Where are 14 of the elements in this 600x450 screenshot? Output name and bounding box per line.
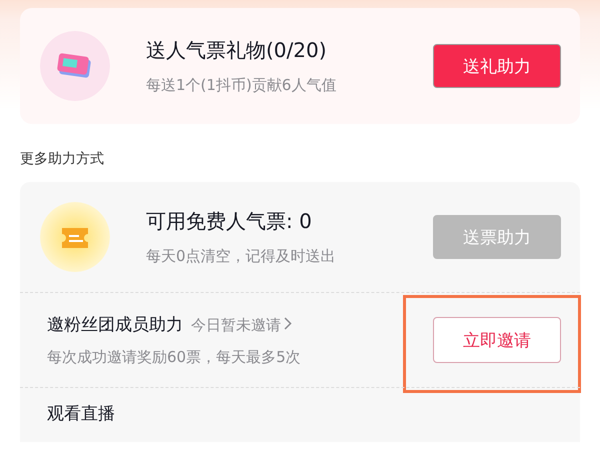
gift-subtitle: 每送1个(1抖币)贡献6人气值: [146, 76, 338, 95]
task-title: 观看直播: [47, 403, 115, 425]
ticket-icon: [40, 202, 110, 272]
task-subtitle: 每天0点清空，记得及时送出: [146, 247, 337, 266]
task-subtitle: 每次成功邀请奖励60票，每天最多5次: [47, 348, 302, 367]
task-title: 邀粉丝团成员助力: [47, 314, 183, 336]
chevron-right-icon: [284, 317, 292, 330]
action-button[interactable]: 立即邀请: [433, 317, 561, 363]
ticket-icon: [40, 31, 110, 101]
section-title: 更多助力方式: [20, 150, 105, 168]
gift-title: 送人气票礼物(0/20): [146, 37, 328, 64]
action-button[interactable]: 送礼助力: [433, 44, 561, 88]
invite-status-link[interactable]: 今日暂未邀请: [191, 316, 281, 335]
task-title: 可用免费人气票: 0: [146, 208, 312, 235]
